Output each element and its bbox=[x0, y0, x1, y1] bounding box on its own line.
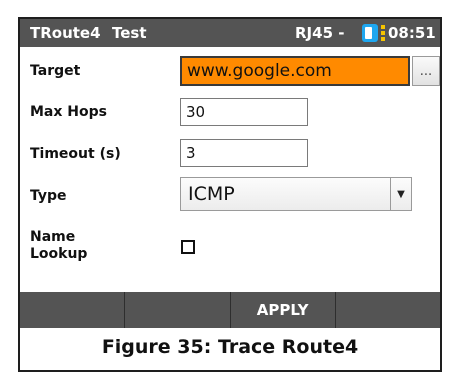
softkey-4[interactable] bbox=[336, 292, 440, 328]
title-bar: TRoute4 Test RJ45 - 08:51 bbox=[20, 19, 440, 47]
type-select-value: ICMP bbox=[188, 183, 235, 205]
name-lookup-label-line2: Lookup bbox=[30, 246, 88, 262]
type-select[interactable]: ICMP ▼ bbox=[180, 177, 412, 211]
target-input[interactable]: www.google.com bbox=[180, 56, 410, 86]
target-label: Target bbox=[30, 63, 81, 79]
port-status: RJ45 - bbox=[295, 24, 345, 42]
max-hops-label: Max Hops bbox=[30, 104, 107, 120]
browse-button[interactable]: ... bbox=[412, 56, 440, 86]
battery-icon bbox=[362, 24, 378, 42]
clock: 08:51 bbox=[388, 24, 436, 42]
timeout-label: Timeout (s) bbox=[30, 146, 121, 162]
battery-level-icon bbox=[381, 25, 385, 41]
name-lookup-checkbox[interactable] bbox=[181, 240, 195, 254]
type-label: Type bbox=[30, 188, 67, 204]
max-hops-input[interactable]: 30 bbox=[180, 98, 308, 126]
figure-caption: Figure 35: Trace Route4 bbox=[101, 336, 359, 358]
timeout-input[interactable]: 3 bbox=[180, 139, 308, 167]
softkey-2[interactable] bbox=[125, 292, 231, 328]
apply-button[interactable]: APPLY bbox=[231, 292, 336, 328]
mode-label: Test bbox=[112, 24, 147, 42]
app-name: TRoute4 bbox=[30, 24, 101, 42]
softkey-bar: APPLY bbox=[20, 292, 440, 328]
name-lookup-label-line1: Name bbox=[30, 229, 76, 245]
softkey-1[interactable] bbox=[20, 292, 126, 328]
chevron-down-icon[interactable]: ▼ bbox=[390, 178, 411, 210]
name-lookup-label: Name Lookup bbox=[30, 229, 87, 263]
